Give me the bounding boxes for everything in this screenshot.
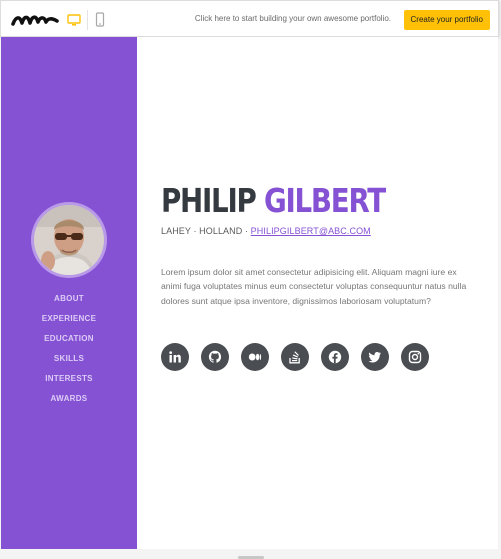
bio-text: Lorem ipsum dolor sit amet consectetur a… (161, 267, 467, 306)
nav-item-experience[interactable]: EXPERIENCE (1, 312, 137, 332)
top-toolbar: Click here to start building your own aw… (0, 0, 499, 37)
instagram-icon[interactable] (401, 343, 429, 371)
facebook-icon[interactable] (321, 343, 349, 371)
last-name: GILBERT (263, 181, 386, 220)
about-section: PHILIP GILBERT LAHEY · HOLLAND · PHILIPG… (161, 37, 481, 549)
sidebar-nav: ABOUT EXPERIENCE EDUCATION SKILLS INTERE… (1, 292, 137, 412)
nav-item-interests[interactable]: INTERESTS (1, 372, 137, 392)
location-text: LAHEY · HOLLAND · (161, 226, 249, 236)
nav-item-awards[interactable]: AWARDS (1, 392, 137, 412)
desktop-icon[interactable] (67, 13, 81, 27)
brush-stroke-logo-icon[interactable] (11, 11, 59, 29)
profile-name: PHILIP GILBERT (161, 181, 386, 220)
sidebar: ABOUT EXPERIENCE EDUCATION SKILLS INTERE… (1, 37, 137, 549)
email-link[interactable]: PHILIPGILBERT@ABC.COM (251, 226, 371, 236)
nav-item-about[interactable]: ABOUT (1, 292, 137, 312)
stackoverflow-icon[interactable] (281, 343, 309, 371)
nav-item-education[interactable]: EDUCATION (1, 332, 137, 352)
create-portfolio-button[interactable]: Create your portfolio (403, 10, 490, 30)
nav-item-skills[interactable]: SKILLS (1, 352, 137, 372)
divider (87, 10, 88, 30)
avatar-ring (31, 202, 107, 278)
github-icon[interactable] (201, 343, 229, 371)
first-name: PHILIP (161, 181, 257, 220)
medium-icon[interactable] (241, 343, 269, 371)
twitter-icon[interactable] (361, 343, 389, 371)
avatar[interactable] (34, 205, 104, 275)
portfolio-preview: ABOUT EXPERIENCE EDUCATION SKILLS INTERE… (1, 37, 498, 549)
contact-line: LAHEY · HOLLAND · PHILIPGILBERT@ABC.COM (161, 226, 371, 236)
linkedin-icon[interactable] (161, 343, 189, 371)
mobile-icon[interactable] (95, 12, 105, 28)
promo-link[interactable]: Click here to start building your own aw… (195, 14, 391, 23)
